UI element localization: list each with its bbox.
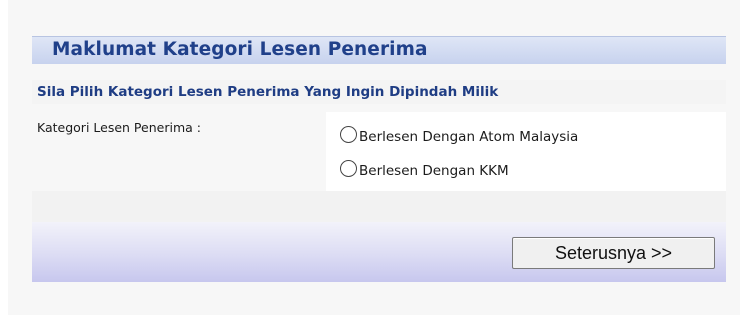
field-options-cell: Berlesen Dengan Atom Malaysia Berlesen D… xyxy=(326,112,726,191)
field-label-cell: Kategori Lesen Penerima : xyxy=(32,112,323,191)
radio-label-atom-malaysia[interactable]: Berlesen Dengan Atom Malaysia xyxy=(359,129,578,145)
spacer-row xyxy=(32,191,726,222)
next-button[interactable]: Seterusnya >> xyxy=(512,237,715,269)
instruction-text: Sila Pilih Kategori Lesen Penerima Yang … xyxy=(37,84,499,100)
radio-option-atom-malaysia[interactable]: Berlesen Dengan Atom Malaysia xyxy=(340,123,578,145)
license-category-panel: Maklumat Kategori Lesen Penerima Sila Pi… xyxy=(32,36,726,282)
license-category-field-row: Kategori Lesen Penerima : Berlesen Denga… xyxy=(32,112,726,191)
radio-button-atom-malaysia[interactable] xyxy=(340,125,357,143)
panel-header: Maklumat Kategori Lesen Penerima xyxy=(32,36,726,64)
panel-title: Maklumat Kategori Lesen Penerima xyxy=(52,39,428,60)
radio-label-kkm[interactable]: Berlesen Dengan KKM xyxy=(359,163,509,179)
panel-footer: Seterusnya >> xyxy=(32,222,726,282)
radio-option-kkm[interactable]: Berlesen Dengan KKM xyxy=(340,157,509,179)
instruction-row: Sila Pilih Kategori Lesen Penerima Yang … xyxy=(32,80,726,104)
radio-button-kkm[interactable] xyxy=(340,159,357,177)
license-category-label: Kategori Lesen Penerima : xyxy=(37,120,201,135)
